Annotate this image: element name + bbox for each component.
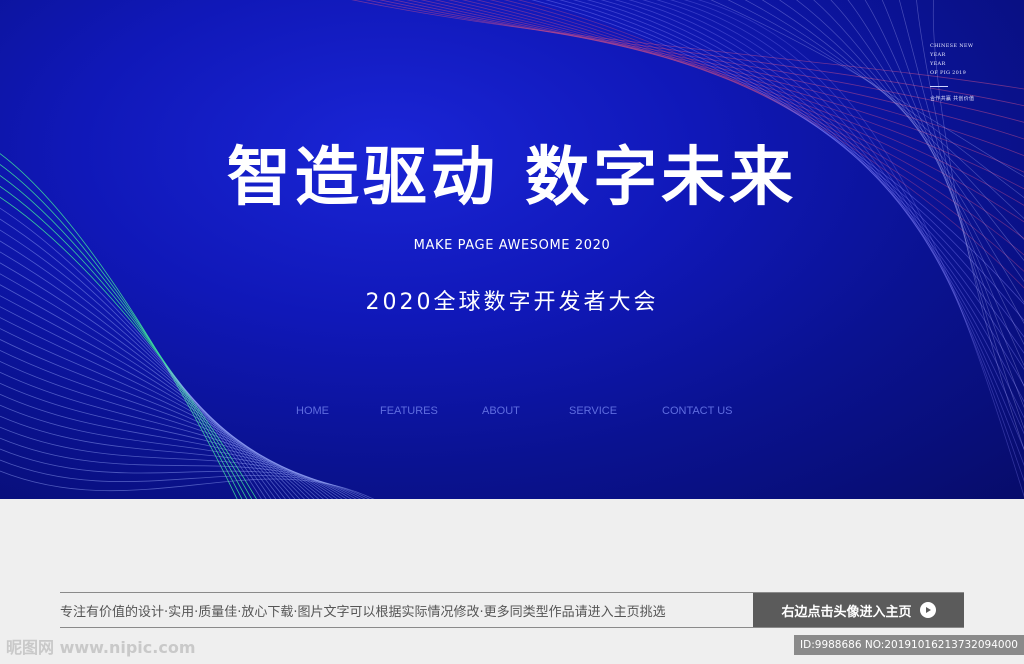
play-arrow-icon bbox=[919, 602, 936, 618]
nav-item-features[interactable]: FEATURES bbox=[380, 405, 438, 417]
decorative-line bbox=[0, 240, 277, 499]
corner-line-3: OF PIG 2019 bbox=[930, 70, 967, 76]
hero-title: 智造驱动 数字未来 bbox=[226, 141, 798, 215]
decorative-line bbox=[0, 382, 338, 499]
enter-homepage-button[interactable]: 右边点击头像进入主页 bbox=[753, 593, 964, 627]
corner-line-1: CHINESE NEW YEAR bbox=[930, 43, 974, 58]
footer-description: 专注有价值的设计·实用·质量佳·放心下载·图片文字可以根据实际情况修改·更多同类… bbox=[60, 605, 666, 620]
nav-item-service[interactable]: SERVICE bbox=[569, 405, 617, 417]
corner-caption: CHINESE NEW YEAR YEAR OF PIG 2019 合作共赢 共… bbox=[930, 42, 990, 104]
nav-menu: HOME FEATURES ABOUT SERVICE CONTACT US bbox=[0, 405, 1024, 421]
decorative-line bbox=[392, 0, 1024, 140]
corner-divider bbox=[930, 86, 948, 87]
nav-item-contact[interactable]: CONTACT US bbox=[662, 405, 733, 417]
decorative-line bbox=[0, 459, 370, 499]
site-watermark: 昵图网 www.nipic.com bbox=[6, 638, 196, 657]
image-id-stamp: ID:9988686 NO:20191016213732094000 bbox=[794, 635, 1024, 655]
hero-subtitle-cn: 2020全球数字开发者大会 bbox=[365, 290, 659, 315]
hero-banner: CHINESE NEW YEAR YEAR OF PIG 2019 合作共赢 共… bbox=[0, 0, 1024, 499]
decorative-line bbox=[351, 0, 1024, 90]
footer-bar: 专注有价值的设计·实用·质量佳·放心下载·图片文字可以根据实际情况修改·更多同类… bbox=[60, 592, 964, 628]
decorative-line bbox=[0, 360, 329, 499]
hero-subtitle-en: MAKE PAGE AWESOME 2020 bbox=[413, 238, 611, 253]
corner-slogan: 合作共赢 共创价值 bbox=[930, 96, 975, 102]
corner-line-2: YEAR bbox=[930, 61, 946, 67]
decorative-line bbox=[0, 295, 301, 499]
nav-item-about[interactable]: ABOUT bbox=[482, 405, 520, 417]
nav-item-home[interactable]: HOME bbox=[296, 405, 329, 417]
enter-homepage-label: 右边点击头像进入主页 bbox=[781, 604, 912, 620]
